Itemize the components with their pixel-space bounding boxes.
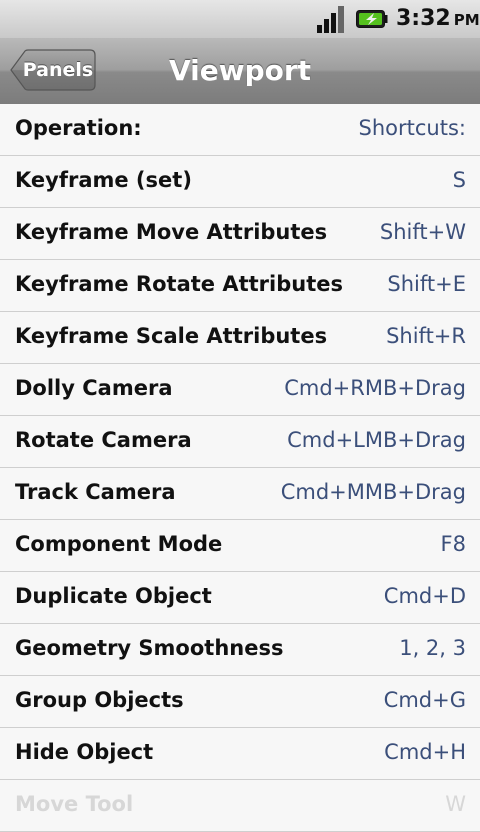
shortcut-value: Cmd+MMB+Drag <box>280 480 466 504</box>
operation-label: Keyframe Scale Attributes <box>15 324 328 348</box>
header-row: Operation: Shortcuts: <box>0 104 480 156</box>
navigation-bar: Panels Viewport <box>0 38 480 106</box>
shortcut-header: Shortcuts: <box>358 116 466 140</box>
list-item[interactable]: Duplicate Object Cmd+D <box>0 572 480 624</box>
shortcut-value: W <box>445 792 466 816</box>
signal-bars-icon <box>317 6 344 33</box>
list-item[interactable]: Dolly Camera Cmd+RMB+Drag <box>0 364 480 416</box>
back-button[interactable]: Panels <box>10 49 96 91</box>
operation-label: Duplicate Object <box>15 584 212 608</box>
list-item[interactable]: Keyframe (set) S <box>0 156 480 208</box>
operation-label: Rotate Camera <box>15 428 192 452</box>
list-item[interactable]: Geometry Smoothness 1, 2, 3 <box>0 624 480 676</box>
shortcut-value: Shift+R <box>386 324 466 348</box>
shortcut-value: Shift+W <box>379 220 466 244</box>
battery-charging-icon <box>356 10 388 28</box>
operation-label: Track Camera <box>15 480 176 504</box>
status-bar: 3:32 PM <box>0 0 480 39</box>
operation-label: Hide Object <box>15 740 154 764</box>
operation-label: Dolly Camera <box>15 376 173 400</box>
list-item[interactable]: Keyframe Move Attributes Shift+W <box>0 208 480 260</box>
operation-label: Component Mode <box>15 532 223 556</box>
status-clock: 3:32 PM <box>396 4 480 34</box>
shortcut-value: Cmd+H <box>384 740 466 764</box>
operation-label: Keyframe Rotate Attributes <box>15 272 343 296</box>
list-item[interactable]: Hide Object Cmd+H <box>0 728 480 780</box>
shortcut-value: Shift+E <box>387 272 466 296</box>
shortcut-value: 1, 2, 3 <box>399 636 466 660</box>
shortcut-value: Cmd+RMB+Drag <box>284 376 466 400</box>
shortcut-value: Cmd+D <box>383 584 466 608</box>
page-title: Viewport <box>168 54 312 87</box>
list-item[interactable]: Group Objects Cmd+G <box>0 676 480 728</box>
operation-label: Move Tool <box>15 792 134 816</box>
list-item[interactable]: Component Mode F8 <box>0 520 480 572</box>
shortcut-list: Operation: Shortcuts: Keyframe (set) S K… <box>0 104 480 832</box>
operation-label: Keyframe Move Attributes <box>15 220 328 244</box>
list-item[interactable]: Move Tool W <box>0 780 480 832</box>
list-item[interactable]: Rotate Camera Cmd+LMB+Drag <box>0 416 480 468</box>
operation-label: Keyframe (set) <box>15 168 192 192</box>
clock-time: 3:32 <box>396 6 451 31</box>
shortcut-value: Cmd+G <box>383 688 466 712</box>
back-button-label: Panels <box>22 59 94 81</box>
clock-ampm: PM <box>453 11 480 29</box>
list-item[interactable]: Track Camera Cmd+MMB+Drag <box>0 468 480 520</box>
shortcut-value: F8 <box>440 532 466 556</box>
list-item[interactable]: Keyframe Rotate Attributes Shift+E <box>0 260 480 312</box>
operation-label: Geometry Smoothness <box>15 636 284 660</box>
list-item[interactable]: Keyframe Scale Attributes Shift+R <box>0 312 480 364</box>
operation-label: Group Objects <box>15 688 184 712</box>
operation-header: Operation: <box>15 116 142 140</box>
shortcut-value: Cmd+LMB+Drag <box>287 428 466 452</box>
shortcut-value: S <box>452 168 466 192</box>
